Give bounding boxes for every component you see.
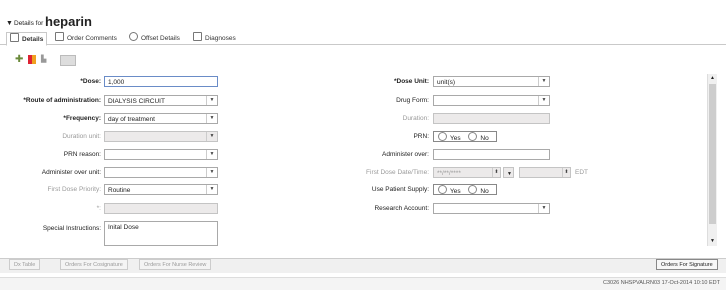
dose-unit-select[interactable]: unit(s) ▼ <box>433 76 550 87</box>
scroll-down-icon: ▼ <box>710 238 715 244</box>
chevron-down-icon: ▼ <box>538 77 549 86</box>
chevron-down-icon: ▼ <box>206 132 217 141</box>
administer-over-unit-label: Administer over unit: <box>41 169 101 176</box>
asterisk-field-label: *: <box>96 205 101 212</box>
tab-details[interactable]: Details <box>6 32 48 46</box>
clock-icon <box>129 32 138 41</box>
supply-no-radio[interactable] <box>468 185 478 194</box>
details-for-label: Details for <box>14 20 44 27</box>
chevron-down-icon: ▼ <box>206 150 217 159</box>
prn-no-radio[interactable] <box>468 132 478 141</box>
diagnosis-icon <box>193 32 202 41</box>
special-instructions-input[interactable]: Inital Dose <box>104 221 218 246</box>
tab-offset-details[interactable]: Offset Details <box>126 32 183 44</box>
tab-diagnoses[interactable]: Diagnoses <box>190 32 239 44</box>
first-dose-priority-select[interactable]: Routine ▼ <box>104 184 218 195</box>
dose-unit-label: *Dose Unit: <box>393 78 429 85</box>
comment-icon <box>55 32 64 41</box>
frequency-label: *Frequency: <box>63 115 101 122</box>
drug-form-select[interactable]: ▼ <box>433 95 550 106</box>
prn-yes-radio[interactable] <box>438 132 447 141</box>
orders-cosignature-button[interactable]: Orders For Cosignature <box>60 259 128 270</box>
spinner-icon: ⬍ <box>492 168 500 177</box>
chevron-down-icon: ▼ <box>538 204 549 213</box>
duration-input <box>433 113 550 124</box>
prn-label: PRN: <box>413 133 429 140</box>
chevron-down-icon: ▼ <box>206 114 217 123</box>
research-account-select[interactable]: ▼ <box>433 203 550 214</box>
route-select[interactable]: DIALYSIS CIRCUIT ▼ <box>104 95 218 106</box>
duration-label: Duration: <box>402 115 429 122</box>
first-dose-datetime-label: First Dose Date/Time: <box>366 169 429 176</box>
form-scrollbar[interactable]: ▲ ▼ <box>707 74 717 246</box>
status-text: C3026 NHSPVALRN03 17-Oct-2014 10:10 EDT <box>603 280 720 286</box>
duration-unit-label: Duration unit: <box>62 133 101 140</box>
administer-over-label: Administer over: <box>382 151 429 158</box>
supply-yes-radio[interactable] <box>438 185 447 194</box>
orders-nurse-review-button[interactable]: Orders For Nurse Review <box>139 259 212 270</box>
first-dose-priority-label: First Dose Priority: <box>47 186 101 193</box>
add-icon[interactable]: ✚ <box>15 55 24 65</box>
dose-input[interactable]: 1,000 <box>104 76 218 87</box>
chevron-down-icon: ▼ <box>538 96 549 105</box>
prn-radio-group: Yes No <box>433 131 497 142</box>
use-patient-supply-radio-group: Yes No <box>433 184 497 195</box>
chevron-down-icon: ▼ <box>206 168 217 177</box>
dx-table-button[interactable]: Dx Table <box>9 259 41 270</box>
chevron-down-icon: ▼ <box>206 96 217 105</box>
prn-reason-label: PRN reason: <box>63 151 101 158</box>
administer-over-input[interactable] <box>433 149 550 160</box>
drug-form-label: Drug Form: <box>396 97 429 104</box>
details-icon <box>10 33 19 42</box>
orders-signature-button[interactable]: Orders For Signature <box>656 259 718 270</box>
administer-over-unit-select[interactable]: ▼ <box>104 167 218 178</box>
route-label: *Route of administration: <box>23 97 101 104</box>
dose-label: *Dose: <box>80 78 101 85</box>
special-instructions-label: Special Instructions: <box>42 225 101 232</box>
scroll-up-icon: ▲ <box>710 75 715 81</box>
duration-unit-select: ▼ <box>104 131 218 142</box>
reference-icon[interactable] <box>60 55 76 66</box>
medication-icon[interactable] <box>28 55 37 64</box>
chevron-down-icon: ▼ <box>507 171 512 177</box>
prn-reason-select[interactable]: ▼ <box>104 149 218 160</box>
spinner-icon: ⬍ <box>562 168 570 177</box>
first-dose-time-input: ⬍ <box>519 167 571 178</box>
tab-strip: Details Order Comments Offset Details Di… <box>0 32 726 46</box>
asterisk-field-input <box>104 203 218 214</box>
first-dose-date-input: **/**/**** ⬍ <box>433 167 501 178</box>
chevron-down-icon: ▼ <box>206 185 217 194</box>
frequency-select[interactable]: day of treatment ▼ <box>104 113 218 124</box>
drug-name: heparin <box>45 14 92 29</box>
scroll-thumb <box>709 84 716 224</box>
collapse-chevron-icon[interactable]: ▼ <box>6 20 13 27</box>
timezone-label: EDT <box>575 169 588 176</box>
date-picker-button: ▼ <box>503 167 514 178</box>
tab-order-comments[interactable]: Order Comments <box>52 32 120 44</box>
research-account-label: Research Account: <box>374 205 429 212</box>
use-patient-supply-label: Use Patient Supply: <box>371 186 429 193</box>
chart-icon[interactable]: ▙ <box>41 55 49 64</box>
